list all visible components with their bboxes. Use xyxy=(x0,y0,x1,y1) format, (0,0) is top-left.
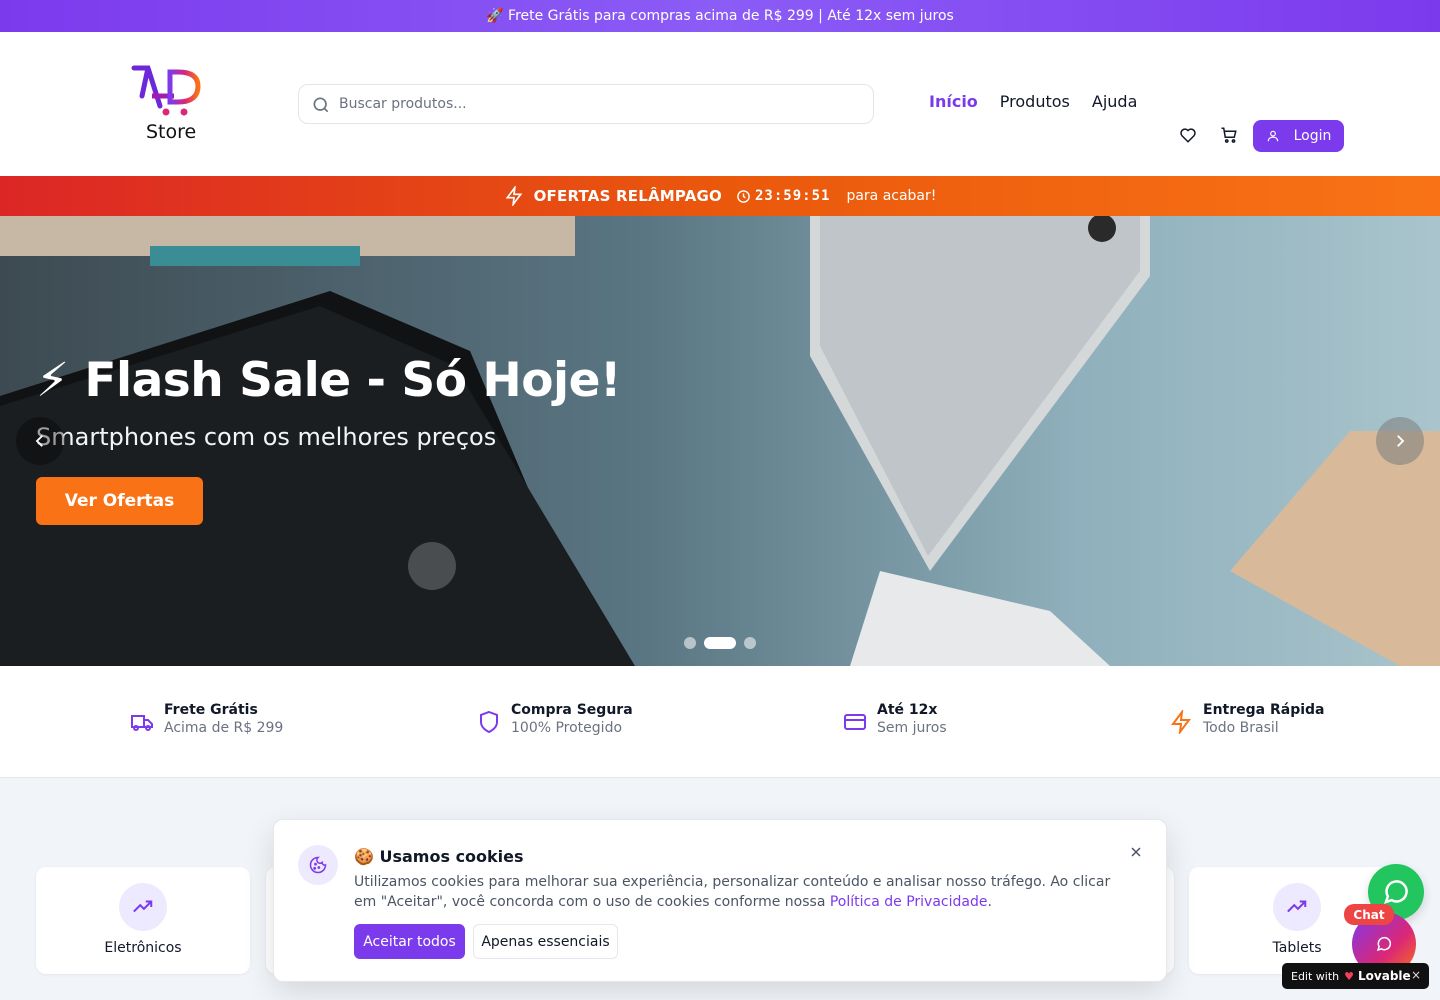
close-icon[interactable] xyxy=(1128,844,1144,860)
main-nav: Início Produtos Ajuda xyxy=(929,92,1159,111)
login-label: Login xyxy=(1293,128,1332,144)
feature-entrega-rapida: Entrega Rápida Todo Brasil xyxy=(1169,702,1324,736)
feature-subtitle: Todo Brasil xyxy=(1203,720,1279,736)
feature-title: Frete Grátis xyxy=(164,702,258,718)
heart-icon[interactable] xyxy=(1179,126,1197,144)
features-strip: Frete Grátis Acima de R$ 299 Compra Segur… xyxy=(0,666,1440,778)
carousel-dots xyxy=(684,637,756,649)
whatsapp-icon xyxy=(1384,880,1408,904)
carousel-prev-button[interactable] xyxy=(16,417,64,465)
login-button[interactable]: Login xyxy=(1253,120,1344,152)
cart-icon[interactable] xyxy=(1220,126,1238,144)
promo-text: 🚀 Frete Grátis para compras acima de R$ … xyxy=(486,8,954,24)
header: Store Buscar produtos... Início Produtos… xyxy=(0,32,1440,176)
credit-card-icon xyxy=(844,714,866,730)
feature-subtitle: 100% Protegido xyxy=(511,720,623,736)
search-placeholder: Buscar produtos... xyxy=(339,96,467,112)
feature-title: Entrega Rápida xyxy=(1203,702,1325,718)
carousel-dot[interactable] xyxy=(684,637,696,649)
category-card-eletronicos[interactable]: Eletrônicos xyxy=(36,867,250,974)
cookie-banner: 🍪 Usamos cookies Utilizamos cookies para… xyxy=(273,819,1167,982)
nav-item-inicio[interactable]: Início xyxy=(929,92,978,111)
clock-icon xyxy=(737,189,750,203)
essential-only-button[interactable]: Apenas essenciais xyxy=(473,924,618,959)
cookie-title: 🍪 Usamos cookies xyxy=(354,847,524,866)
ver-ofertas-button[interactable]: Ver Ofertas xyxy=(36,477,203,525)
trending-up-icon xyxy=(133,900,153,913)
flash-title: OFERTAS RELÂMPAGO xyxy=(533,187,722,205)
cookie-icon-wrap xyxy=(298,845,338,885)
lovable-close-icon[interactable]: × xyxy=(1411,968,1421,982)
privacy-policy-link[interactable]: Política de Privacidade xyxy=(830,894,988,910)
category-icon-wrap xyxy=(119,883,167,931)
chevron-left-icon xyxy=(35,435,43,447)
flash-timer: 23:59:51 xyxy=(755,188,831,204)
feature-subtitle: Acima de R$ 299 xyxy=(164,720,284,736)
truck-icon xyxy=(131,715,153,731)
lovable-brand: Lovable xyxy=(1358,969,1411,983)
nav-item-ajuda[interactable]: Ajuda xyxy=(1092,92,1138,111)
flash-suffix: para acabar! xyxy=(846,188,937,204)
accept-all-button[interactable]: Aceitar todos xyxy=(354,924,465,959)
lovable-heart-icon: ♥ xyxy=(1344,969,1355,983)
feature-compra-segura: Compra Segura 100% Protegido xyxy=(477,702,633,736)
hero-title: ⚡ Flash Sale - Só Hoje! xyxy=(36,353,621,408)
lovable-prefix: Edit with xyxy=(1291,969,1340,983)
cookie-text: Utilizamos cookies para melhorar sua exp… xyxy=(354,872,1114,912)
carousel-next-button[interactable] xyxy=(1376,417,1424,465)
search-icon xyxy=(313,97,329,113)
trending-up-icon xyxy=(1287,900,1307,913)
shield-icon xyxy=(480,710,498,734)
nav-item-produtos[interactable]: Produtos xyxy=(1000,92,1070,111)
flash-sale-bar: OFERTAS RELÂMPAGO 23:59:51 para acabar! xyxy=(0,176,1440,216)
zap-icon xyxy=(1171,710,1191,734)
cookie-icon xyxy=(309,856,327,874)
carousel-dot[interactable] xyxy=(744,637,756,649)
promo-bar: 🚀 Frete Grátis para compras acima de R$ … xyxy=(0,0,1440,32)
feature-parcelamento: Até 12x Sem juros xyxy=(843,702,947,736)
category-icon-wrap xyxy=(1273,883,1321,931)
chevron-right-icon xyxy=(1397,435,1405,447)
lovable-badge[interactable]: Edit with ♥ Lovable × xyxy=(1282,963,1429,989)
cookie-body: Utilizamos cookies para melhorar sua exp… xyxy=(354,874,1111,910)
hero-subtitle: Smartphones com os melhores preços xyxy=(36,423,497,451)
chat-icon xyxy=(1376,936,1392,952)
carousel-dot-active[interactable] xyxy=(704,637,736,649)
logo-text: Store xyxy=(146,121,197,143)
feature-title: Compra Segura xyxy=(511,702,633,718)
feature-subtitle: Sem juros xyxy=(877,720,947,736)
feature-frete-gratis: Frete Grátis Acima de R$ 299 xyxy=(130,702,283,736)
user-icon xyxy=(1267,130,1278,142)
chat-badge[interactable]: Chat xyxy=(1344,904,1394,925)
zap-icon xyxy=(505,186,522,206)
category-label: Eletrônicos xyxy=(104,940,182,956)
cookie-text-end: . xyxy=(987,894,992,910)
search-input[interactable]: Buscar produtos... xyxy=(298,84,874,124)
feature-title: Até 12x xyxy=(877,702,938,718)
hero-carousel: ⚡ Flash Sale - Só Hoje! Smartphones com … xyxy=(0,216,1440,666)
